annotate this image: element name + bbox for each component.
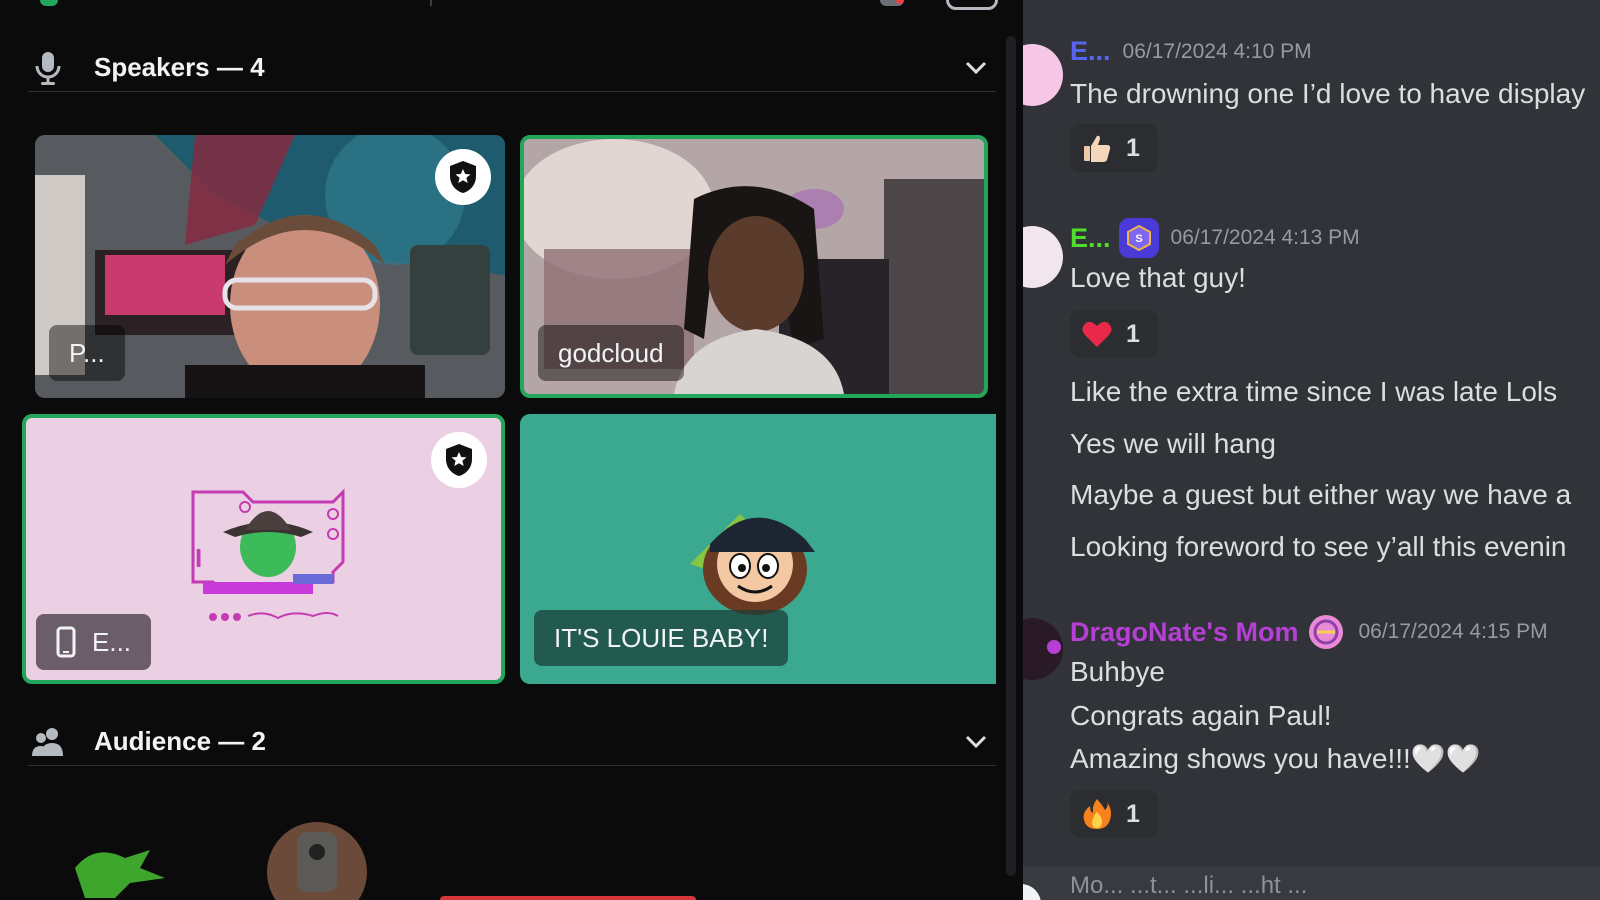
speaker-name-pill: IT'S LOUIE BABY! — [534, 610, 789, 666]
speaker-name-pill: E... — [36, 614, 152, 670]
mobile-icon — [56, 626, 76, 658]
speaker-tile-e[interactable]: I E... — [22, 414, 505, 684]
avatar[interactable] — [1023, 226, 1063, 288]
speaker-tile-godcloud[interactable]: godcloud — [520, 135, 988, 398]
settings-toggle-icon[interactable] — [946, 0, 998, 10]
user-avatar: I — [191, 488, 345, 621]
chat-panel: E... 06/17/2024 4:10 PM The drowning one… — [1023, 0, 1600, 900]
audience-section-header[interactable]: Audience — 2 — [28, 718, 996, 766]
speaker-tile-p[interactable]: P... — [35, 135, 505, 398]
speaker-name: P... — [69, 337, 105, 368]
reaction-count: 1 — [1126, 133, 1140, 162]
partial-message-text: Mo... ...t... ...li... ...ht ... — [1070, 872, 1308, 899]
message-line: Buhbye — [1070, 656, 1165, 687]
message-author[interactable]: E... — [1070, 223, 1111, 254]
audience-avatar-dragon[interactable] — [70, 838, 170, 900]
user-avatar — [690, 514, 815, 615]
role-badge-icon: S — [1118, 218, 1159, 258]
speaker-name: IT'S LOUIE BABY! — [554, 622, 769, 653]
message-author[interactable]: E... — [1070, 36, 1111, 67]
speakers-section-header[interactable]: Speakers — 4 — [28, 44, 996, 92]
svg-text:I: I — [195, 543, 202, 573]
chevron-down-icon[interactable] — [964, 56, 988, 80]
message-timestamp: 06/17/2024 4:10 PM — [1122, 39, 1312, 63]
leave-stage-button[interactable] — [440, 896, 696, 900]
avatar[interactable] — [1023, 44, 1063, 106]
live-indicator — [40, 0, 58, 6]
reaction-count: 1 — [1126, 319, 1140, 348]
message-timestamp: 06/17/2024 4:13 PM — [1170, 226, 1360, 249]
role-badge-icon — [1306, 612, 1346, 652]
audience-icon — [30, 724, 66, 760]
svg-text:S: S — [1135, 233, 1142, 245]
thumbs-up-icon — [1082, 133, 1112, 163]
stage-scrollbar[interactable] — [1006, 36, 1016, 876]
heart-icon — [1082, 319, 1112, 349]
message-line: Yes we will hang — [1070, 428, 1276, 459]
reaction-count: 1 — [1126, 799, 1140, 828]
message-line: Looking foreword to see y’all this eveni… — [1070, 531, 1567, 562]
reaction-chip[interactable]: 1 — [1070, 124, 1158, 172]
speaker-name-pill: P... — [49, 325, 125, 381]
message-line: The drowning one I’d love to have displa… — [1070, 78, 1586, 109]
notification-icon[interactable] — [880, 0, 904, 6]
message-timestamp: 06/17/2024 4:15 PM — [1358, 620, 1548, 643]
chevron-down-icon[interactable] — [964, 730, 988, 754]
message-header: DragoNate's Mom 06/17/2024 4:15 PM — [1070, 612, 1548, 652]
message-line: Like the extra time since I was late Lol… — [1070, 376, 1558, 407]
speakers-title: Speakers — 4 — [94, 52, 265, 82]
speaker-name: E... — [92, 626, 132, 657]
audience-avatar-robot[interactable] — [267, 822, 367, 900]
message-line: Maybe a guest but either way we have a — [1070, 479, 1572, 510]
stage-topbar — [0, 0, 1023, 10]
microphone-icon — [30, 50, 66, 86]
topbar-divider — [430, 0, 432, 6]
avatar[interactable] — [1023, 618, 1063, 680]
fire-icon — [1082, 799, 1112, 829]
message-line: Love that guy! — [1070, 262, 1246, 293]
message-header: E... S 06/17/2024 4:13 PM — [1070, 218, 1360, 258]
reaction-chip[interactable]: 1 — [1070, 310, 1158, 358]
next-message-partial: Mo... ...t... ...li... ...ht ... — [1023, 866, 1600, 900]
message-header: E... 06/17/2024 4:10 PM — [1070, 36, 1312, 67]
moderator-badge-icon — [431, 432, 487, 488]
moderator-badge-icon — [435, 149, 491, 205]
message-author[interactable]: DragoNate's Mom — [1070, 617, 1298, 648]
speaker-name: godcloud — [558, 337, 664, 368]
message-line: Congrats again Paul! — [1070, 700, 1332, 731]
avatar[interactable] — [1023, 884, 1041, 900]
speaker-tile-louie[interactable]: IT'S LOUIE BABY! — [520, 414, 996, 684]
speaker-name-pill: godcloud — [538, 325, 684, 381]
reaction-chip[interactable]: 1 — [1070, 790, 1158, 838]
message-line: Amazing shows you have!!!🤍🤍 — [1070, 743, 1481, 774]
stage-panel: Speakers — 4 P... godcloud I E... IT'S L… — [0, 0, 1023, 900]
audience-title: Audience — 2 — [94, 726, 266, 756]
